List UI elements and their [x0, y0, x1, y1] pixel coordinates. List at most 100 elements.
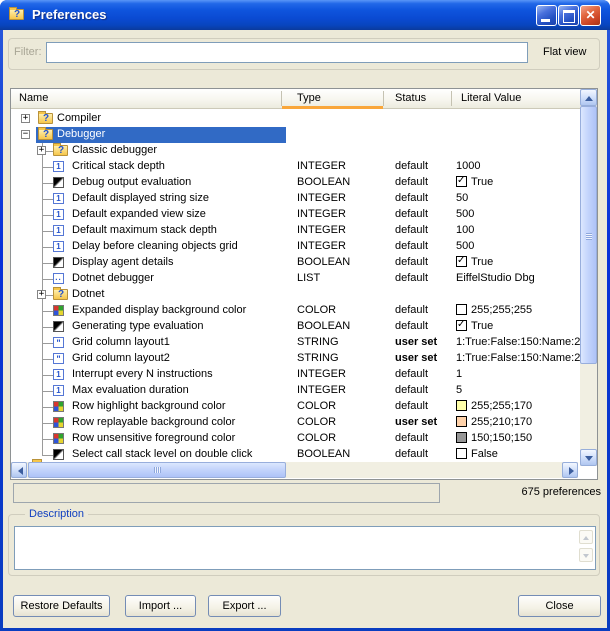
- window-title: Preferences: [32, 7, 106, 22]
- tree-branch-line: [42, 231, 53, 232]
- color-icon: [53, 417, 64, 428]
- pref-type: INTEGER: [297, 160, 346, 172]
- scroll-right-button[interactable]: [562, 462, 578, 478]
- color-swatch[interactable]: [456, 416, 467, 427]
- pref-type: BOOLEAN: [297, 320, 350, 332]
- filter-label: Filter:: [14, 46, 42, 58]
- import-button[interactable]: Import ...: [125, 595, 196, 617]
- column-header-type[interactable]: Type: [297, 92, 321, 104]
- literal-text: 255;210;170: [471, 416, 532, 428]
- folder-icon: [38, 129, 53, 140]
- tree-branch-line: [42, 167, 53, 168]
- pref-row[interactable]: Default maximum stack depthINTEGERdefaul…: [11, 223, 581, 239]
- pref-row[interactable]: Generating type evaluationBOOLEANdefault…: [11, 319, 581, 335]
- dialog-body: Filter: Flat view Name Type Status Liter…: [3, 30, 607, 628]
- pref-row[interactable]: Grid column layout1STRINGuser set1:True:…: [11, 335, 581, 351]
- pref-row[interactable]: Row replayable background colorCOLORuser…: [11, 415, 581, 431]
- tree-group-row[interactable]: +Dotnet: [11, 287, 581, 303]
- pref-status: user set: [395, 352, 437, 364]
- pref-row[interactable]: Default displayed string sizeINTEGERdefa…: [11, 191, 581, 207]
- titlebar[interactable]: Preferences: [0, 0, 610, 30]
- pref-row[interactable]: Critical stack depthINTEGERdefault1000: [11, 159, 581, 175]
- pref-literal-value: 1000: [456, 160, 580, 172]
- folder-icon: [53, 289, 68, 300]
- pref-literal-value: 255;255;170: [456, 400, 580, 412]
- pref-row[interactable]: Expanded display background colorCOLORde…: [11, 303, 581, 319]
- column-header-literal[interactable]: Literal Value: [461, 92, 521, 104]
- scroll-down-button[interactable]: [580, 449, 597, 466]
- tree-group-row[interactable]: +Classic debugger: [11, 143, 581, 159]
- literal-text: EiffelStudio Dbg: [456, 272, 535, 284]
- pref-row[interactable]: Row highlight background colorCOLORdefau…: [11, 399, 581, 415]
- tree-group-row[interactable]: +Compiler: [11, 111, 581, 127]
- checked-checkbox[interactable]: [456, 320, 467, 331]
- folder-icon: [38, 113, 53, 124]
- pref-type: INTEGER: [297, 384, 346, 396]
- color-swatch[interactable]: [456, 400, 467, 411]
- pref-literal-value: True: [456, 256, 580, 268]
- pref-row[interactable]: Debug output evaluationBOOLEANdefaultTru…: [11, 175, 581, 191]
- expand-icon[interactable]: +: [21, 114, 30, 123]
- pref-status: user set: [395, 416, 437, 428]
- column-separator[interactable]: [383, 91, 384, 106]
- restore-defaults-button[interactable]: Restore Defaults: [13, 595, 110, 617]
- literal-text: 1000: [456, 160, 480, 172]
- tree-branch-line: [42, 439, 53, 440]
- pref-type: COLOR: [297, 416, 336, 428]
- tree-branch-line: [42, 375, 53, 376]
- pref-status: default: [395, 448, 428, 460]
- checked-checkbox[interactable]: [456, 176, 467, 187]
- pref-type: INTEGER: [297, 192, 346, 204]
- color-icon: [53, 305, 64, 316]
- flat-view-toggle[interactable]: Flat view: [543, 46, 586, 58]
- integer-icon: [53, 161, 64, 172]
- string-icon: [53, 337, 64, 348]
- pref-row[interactable]: Display agent detailsBOOLEANdefaultTrue: [11, 255, 581, 271]
- pref-row[interactable]: Max evaluation durationINTEGERdefault5: [11, 383, 581, 399]
- vertical-scrollbar[interactable]: [580, 89, 597, 466]
- color-swatch[interactable]: [456, 304, 467, 315]
- literal-text: 150;150;150: [471, 432, 532, 444]
- pref-row[interactable]: Grid column layout2STRINGuser set1:True:…: [11, 351, 581, 367]
- boolean-icon: [53, 449, 64, 460]
- pref-row[interactable]: Interrupt every N instructionsINTEGERdef…: [11, 367, 581, 383]
- pref-row[interactable]: Default expanded view sizeINTEGERdefault…: [11, 207, 581, 223]
- horizontal-scrollbar-thumb[interactable]: [28, 462, 286, 478]
- export-button[interactable]: Export ...: [208, 595, 281, 617]
- pref-literal-value: 255;255;255: [456, 304, 580, 316]
- tree-branch-line: [42, 279, 53, 280]
- column-separator[interactable]: [451, 91, 452, 106]
- scroll-up-button[interactable]: [580, 89, 597, 106]
- pref-type: INTEGER: [297, 208, 346, 220]
- column-header-name[interactable]: Name: [19, 92, 48, 104]
- pref-row[interactable]: Row unsensitive foreground colorCOLORdef…: [11, 431, 581, 447]
- unchecked-checkbox[interactable]: [456, 448, 467, 459]
- close-button[interactable]: Close: [518, 595, 601, 617]
- column-header-status[interactable]: Status: [395, 92, 426, 104]
- horizontal-scrollbar[interactable]: [11, 462, 578, 478]
- filter-input[interactable]: [46, 42, 528, 63]
- pref-row[interactable]: Delay before cleaning objects gridINTEGE…: [11, 239, 581, 255]
- expand-icon[interactable]: +: [37, 290, 46, 299]
- color-icon: [53, 401, 64, 412]
- expand-icon[interactable]: +: [37, 146, 46, 155]
- description-textarea[interactable]: [14, 526, 596, 570]
- minimize-button[interactable]: [536, 5, 557, 26]
- literal-text: 100: [456, 224, 474, 236]
- description-scroll-up-icon: [579, 530, 593, 544]
- pref-literal-value: True: [456, 176, 580, 188]
- column-separator[interactable]: [281, 91, 282, 106]
- tree-group-row[interactable]: −Debugger: [11, 127, 581, 143]
- pref-literal-value: 1:True:False:150:Name:2:: [456, 352, 580, 364]
- vertical-scrollbar-thumb[interactable]: [580, 106, 597, 364]
- collapse-icon[interactable]: −: [21, 130, 30, 139]
- scroll-left-button[interactable]: [11, 462, 27, 478]
- pref-status: default: [395, 176, 428, 188]
- maximize-button[interactable]: [558, 5, 579, 26]
- color-swatch[interactable]: [456, 432, 467, 443]
- checked-checkbox[interactable]: [456, 256, 467, 267]
- pref-row[interactable]: Select call stack level on double clickB…: [11, 447, 581, 463]
- pref-name: Interrupt every N instructions: [72, 368, 213, 380]
- pref-row[interactable]: Dotnet debuggerLISTdefaultEiffelStudio D…: [11, 271, 581, 287]
- close-window-button[interactable]: [580, 5, 601, 26]
